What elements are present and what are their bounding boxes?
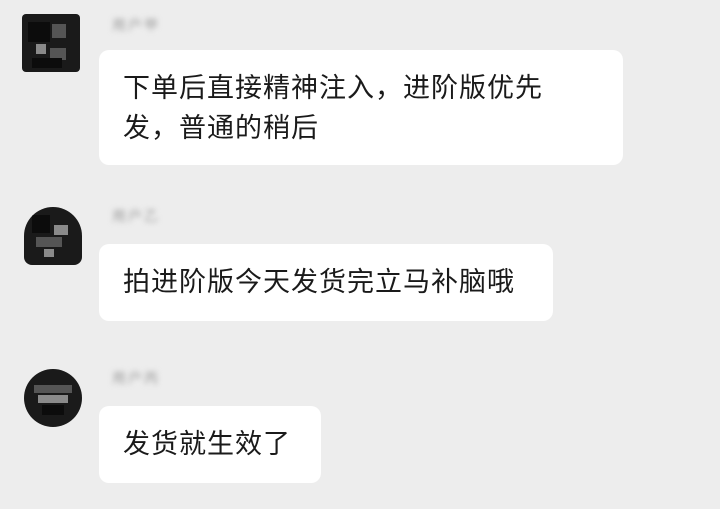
avatar[interactable] bbox=[22, 14, 80, 72]
avatar[interactable] bbox=[24, 369, 82, 427]
message-text: 发，普通的稍后 bbox=[123, 113, 319, 144]
sender-name: 用户甲 bbox=[112, 18, 160, 34]
message-text: 拍进阶版今天发货完立马补脑哦 bbox=[123, 267, 515, 298]
avatar[interactable] bbox=[24, 207, 82, 265]
message-bubble[interactable]: 拍进阶版今天发货完立马补脑哦 bbox=[99, 244, 553, 321]
message-bubble[interactable]: 下单后直接精神注入，进阶版优先 发，普通的稍后 bbox=[99, 50, 623, 165]
message-bubble[interactable]: 发货就生效了 bbox=[99, 406, 321, 483]
sender-name: 用户丙 bbox=[112, 371, 160, 387]
message-text: 发货就生效了 bbox=[123, 429, 291, 460]
message-text: 下单后直接精神注入，进阶版优先 bbox=[123, 73, 543, 104]
sender-name: 用户乙 bbox=[112, 209, 160, 225]
